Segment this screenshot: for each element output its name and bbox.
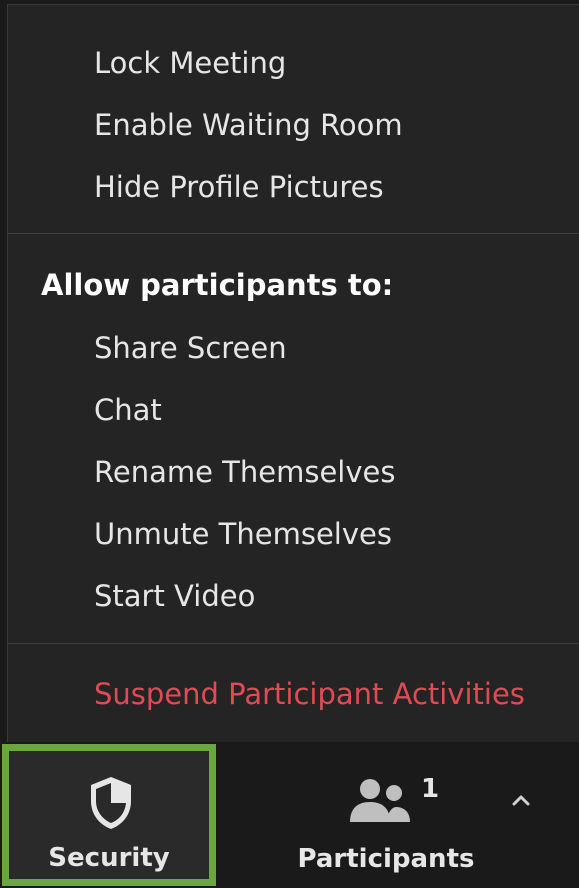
people-icon	[350, 779, 410, 822]
menu-item-lock-meeting[interactable]: Lock Meeting	[94, 45, 286, 81]
menu-divider	[8, 233, 579, 234]
allow-participants-heading: Allow participants to:	[41, 268, 394, 302]
menu-item-rename-themselves[interactable]: Rename Themselves	[94, 454, 395, 490]
chevron-up-icon[interactable]	[505, 784, 537, 816]
meeting-toolbar: Security 1 Participants	[0, 742, 579, 888]
security-label: Security	[48, 843, 170, 873]
shield-icon	[91, 777, 131, 829]
menu-item-start-video[interactable]: Start Video	[94, 578, 255, 614]
menu-item-unmute-themselves[interactable]: Unmute Themselves	[94, 516, 392, 552]
participant-count: 1	[421, 774, 440, 804]
menu-divider	[8, 643, 579, 644]
menu-item-enable-waiting-room[interactable]: Enable Waiting Room	[94, 107, 403, 143]
menu-item-share-screen[interactable]: Share Screen	[94, 330, 287, 366]
menu-item-chat[interactable]: Chat	[94, 392, 162, 428]
menu-item-suspend-participant-activities[interactable]: Suspend Participant Activities	[94, 676, 525, 712]
menu-item-hide-profile-pictures[interactable]: Hide Profile Pictures	[94, 169, 384, 205]
participants-label: Participants	[297, 844, 475, 874]
security-menu: Lock Meeting Enable Waiting Room Hide Pr…	[7, 4, 579, 742]
security-button[interactable]: Security	[2, 744, 216, 886]
participants-button[interactable]: 1 Participants	[286, 744, 486, 886]
zoom-security-popup: Lock Meeting Enable Waiting Room Hide Pr…	[0, 0, 579, 888]
